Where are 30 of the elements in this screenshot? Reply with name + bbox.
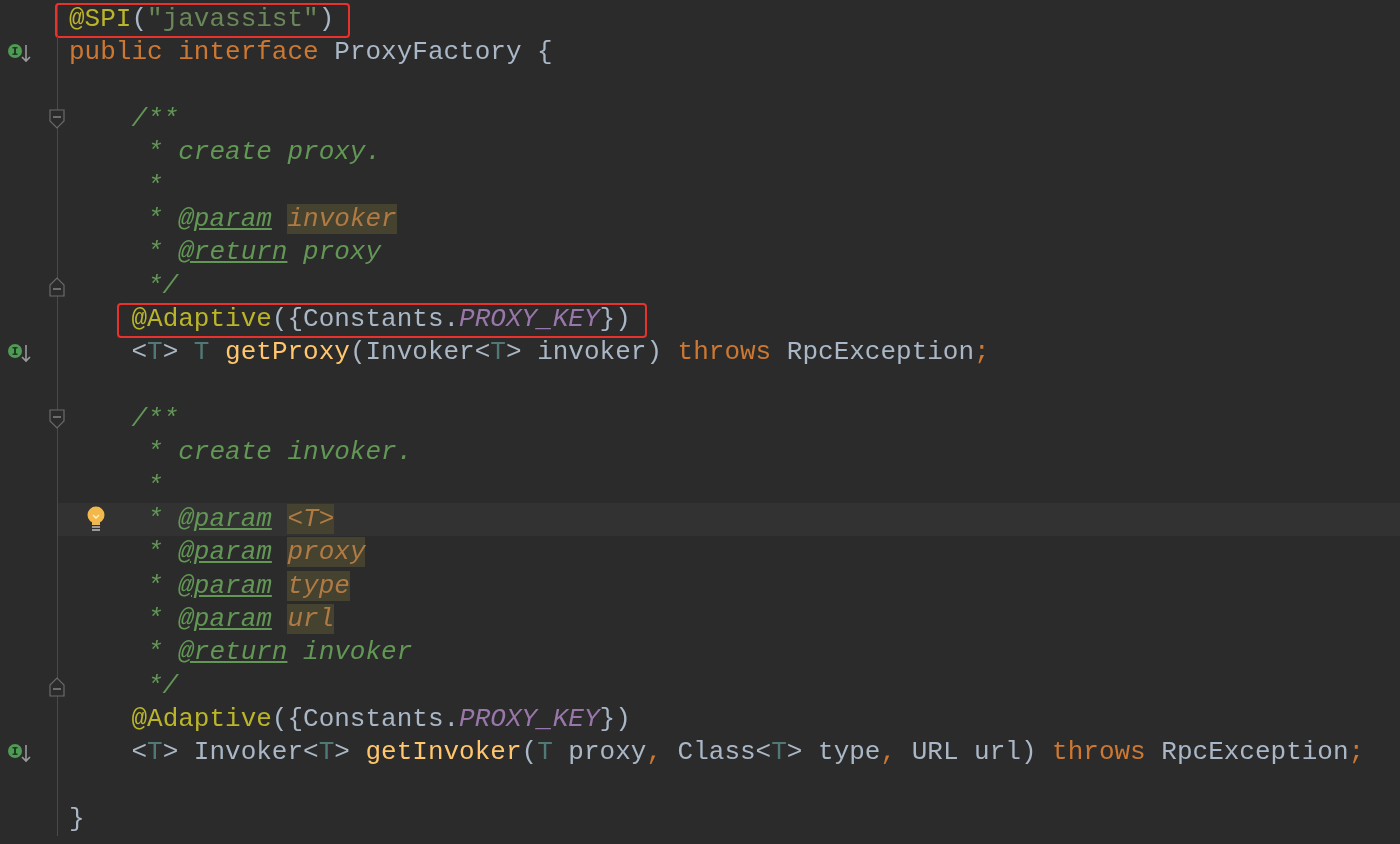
- code-line: * @param proxy: [147, 537, 366, 568]
- implemented-method-icon[interactable]: [6, 741, 32, 764]
- code-line: * create invoker.: [147, 437, 413, 468]
- code-line: }: [69, 803, 85, 834]
- fold-icon[interactable]: [49, 276, 65, 297]
- code-line: * @param invoker: [147, 203, 397, 234]
- code-line: * create proxy.: [147, 137, 382, 168]
- code-line: * @return proxy: [147, 237, 382, 268]
- fold-icon[interactable]: [49, 109, 65, 129]
- code-line: @Adaptive({Constants.PROXY_KEY}): [131, 303, 631, 334]
- code-line: *: [147, 470, 163, 501]
- code-line: * @param type: [147, 570, 350, 601]
- code-line: * @return invoker: [147, 637, 413, 668]
- code-line: * @param <T>: [147, 503, 335, 534]
- fold-icon[interactable]: [49, 408, 65, 429]
- code-line: @Adaptive({Constants.PROXY_KEY}): [131, 703, 631, 734]
- code-line: * @param url: [147, 603, 335, 634]
- code-line: */: [147, 270, 179, 301]
- implemented-method-icon[interactable]: [6, 42, 32, 64]
- lightbulb-icon[interactable]: [86, 504, 106, 533]
- code-line: /**: [131, 104, 179, 134]
- code-line: public interface ProxyFactory {: [69, 37, 553, 68]
- code-line: */: [147, 670, 179, 701]
- fold-icon[interactable]: [49, 676, 65, 697]
- code-line: <T> Invoker<T> getInvoker(T proxy, Class<T> type, URL url) throws RpcException;: [131, 737, 1365, 768]
- code-line: <T> T getProxy(Invoker<T> invoker) throws RpcException;: [131, 337, 990, 368]
- code-line: /**: [131, 403, 179, 434]
- code-line: *: [147, 170, 163, 201]
- code-line: @SPI("javassist"): [69, 4, 335, 34]
- implemented-method-icon[interactable]: [6, 341, 32, 364]
